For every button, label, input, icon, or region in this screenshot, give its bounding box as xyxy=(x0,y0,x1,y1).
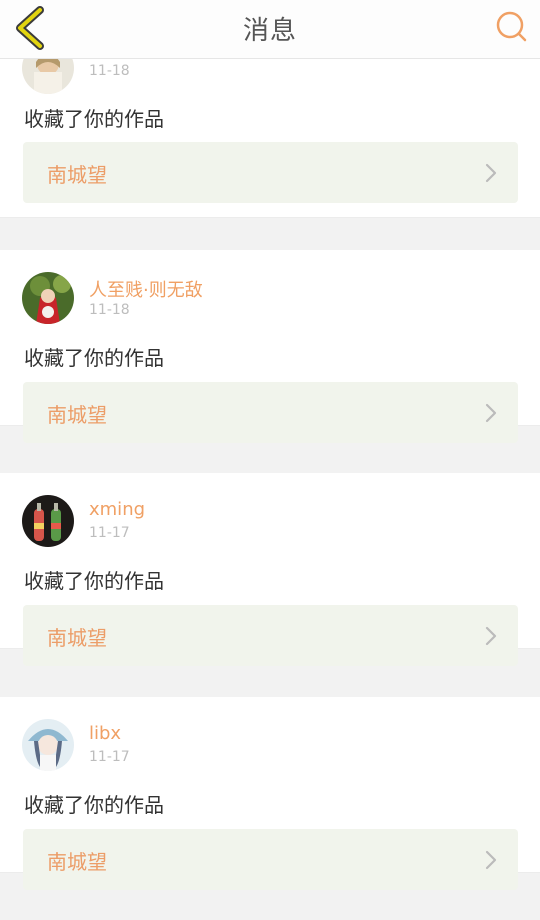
top-bar: 消息 xyxy=(0,0,540,59)
user-avatar[interactable] xyxy=(22,272,74,324)
message-date: 11-17 xyxy=(89,749,130,765)
message-date: 11-18 xyxy=(89,63,130,79)
chevron-right-icon xyxy=(485,850,497,870)
message-date: 11-18 xyxy=(89,302,130,318)
work-link[interactable]: 南城望 xyxy=(23,382,518,443)
user-avatar[interactable] xyxy=(22,495,74,547)
action-text: 收藏了你的作品 xyxy=(24,793,164,817)
action-text: 收藏了你的作品 xyxy=(24,346,164,370)
chevron-right-icon xyxy=(485,626,497,646)
work-title: 南城望 xyxy=(47,403,107,427)
action-text: 收藏了你的作品 xyxy=(24,107,164,131)
search-icon[interactable] xyxy=(494,8,528,46)
chevron-right-icon xyxy=(485,403,497,423)
message-item: xming 11-17 收藏了你的作品 南城望 xyxy=(0,473,540,666)
work-link[interactable]: 南城望 xyxy=(23,605,518,666)
page-title: 消息 xyxy=(242,16,297,46)
message-date: 11-17 xyxy=(89,525,130,541)
message-item: 人至贱·则无敌 11-18 收藏了你的作品 南城望 xyxy=(0,250,540,443)
action-text: 收藏了你的作品 xyxy=(24,569,164,593)
work-title: 南城望 xyxy=(47,163,107,187)
username[interactable]: libx xyxy=(89,723,121,744)
chevron-right-icon xyxy=(485,163,497,183)
username[interactable]: 人至贱·则无敌 xyxy=(89,276,203,302)
username[interactable]: xming xyxy=(89,499,145,520)
work-link[interactable]: 南城望 xyxy=(23,829,518,890)
work-title: 南城望 xyxy=(47,626,107,650)
message-item: op0oqvd4 11-18 收藏了你的作品 南城望 xyxy=(0,39,540,218)
user-avatar[interactable] xyxy=(22,719,74,771)
message-item: libx 11-17 收藏了你的作品 南城望 xyxy=(0,697,540,890)
work-title: 南城望 xyxy=(47,850,107,874)
work-link[interactable]: 南城望 xyxy=(23,142,518,203)
